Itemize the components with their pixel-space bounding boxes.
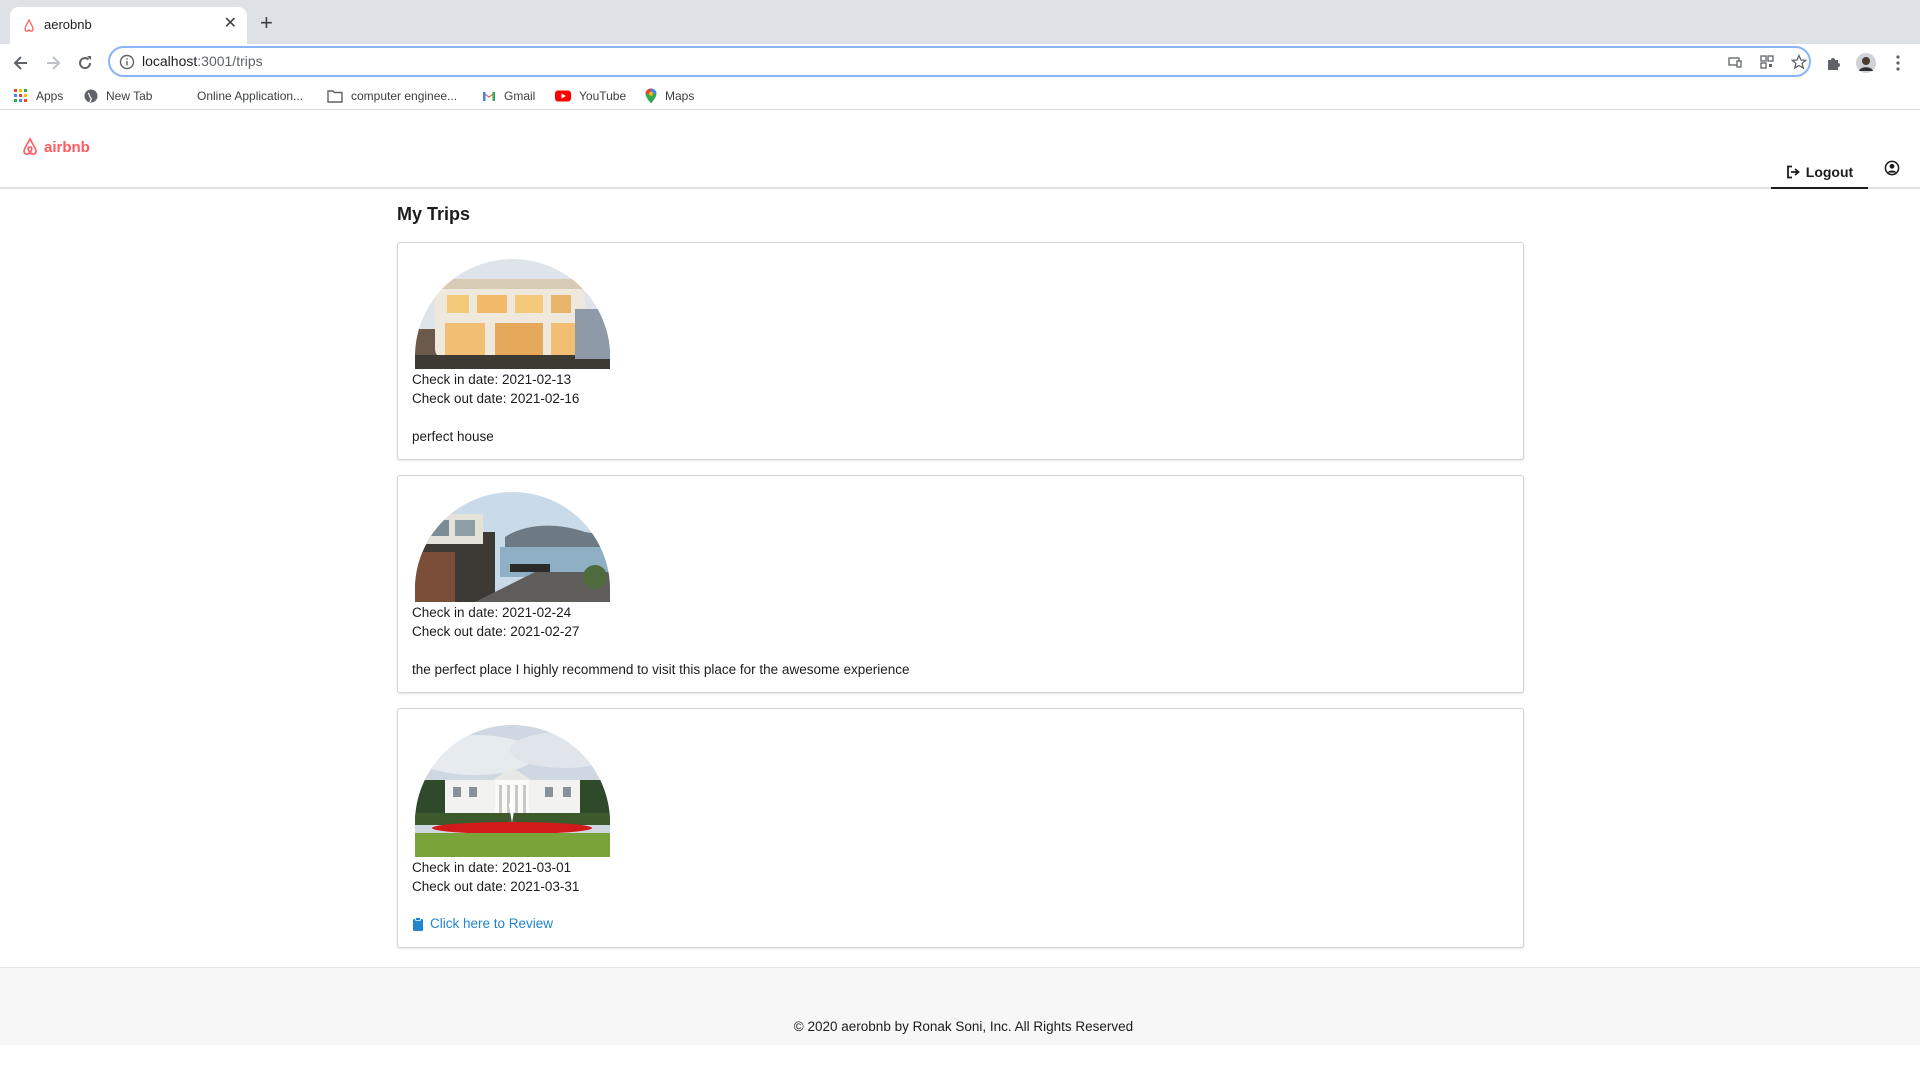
bookmark-gmail[interactable]: Gmail	[482, 86, 535, 106]
site-info-icon[interactable]	[119, 54, 135, 70]
trip-card: Check in date: 2021-02-13 Check out date…	[397, 242, 1524, 460]
check-in-date: Check in date: 2021-02-13	[412, 372, 572, 387]
blank-page-icon	[175, 89, 189, 103]
app-header: airbnb Logout	[0, 111, 1920, 189]
bookmark-youtube[interactable]: YouTube	[555, 86, 626, 106]
trip-card: Check in date: 2021-03-01 Check out date…	[397, 708, 1524, 948]
bookmark-star-icon[interactable]	[1791, 54, 1807, 70]
check-out-date: Check out date: 2021-02-16	[412, 391, 580, 406]
page-footer: © 2020 aerobnb by Ronak Soni, Inc. All R…	[0, 967, 1920, 1045]
globe-icon	[84, 89, 98, 103]
trip-review: the perfect place I highly recommend to …	[412, 662, 910, 677]
review-link[interactable]: Click here to Review	[412, 916, 553, 931]
address-bar[interactable]: localhost:3001/trips	[108, 46, 1811, 77]
airbnb-logo-icon	[23, 137, 37, 155]
check-out-date: Check out date: 2021-02-27	[412, 624, 580, 639]
logout-label: Logout	[1805, 163, 1854, 180]
page-title: My Trips	[397, 204, 471, 224]
page-content: airbnb Logout My Trips Check in date: 20…	[0, 111, 1920, 1080]
forward-arrow-icon[interactable]	[43, 53, 63, 73]
tab-title: aerobnb	[44, 17, 92, 32]
bookmark-computer-engineering[interactable]: computer enginee...	[327, 86, 457, 106]
bookmark-apps[interactable]: Apps	[14, 86, 63, 106]
bookmark-new-tab[interactable]: New Tab	[84, 86, 152, 106]
airbnb-logo[interactable]: airbnb	[20, 137, 90, 157]
logout-button[interactable]: Logout	[1771, 156, 1868, 189]
white-house-photo	[415, 725, 610, 857]
close-tab-icon[interactable]: ✕	[224, 16, 237, 32]
gmail-icon	[483, 92, 495, 101]
browser-tab-bar: aerobnb ✕ +	[0, 0, 1920, 44]
cast-icon[interactable]	[1727, 54, 1743, 70]
reload-icon[interactable]	[75, 53, 95, 73]
folder-icon	[327, 90, 343, 103]
check-out-date: Check out date: 2021-03-31	[412, 879, 580, 894]
user-circle-icon[interactable]	[1884, 160, 1900, 176]
logo-text: airbnb	[44, 138, 90, 156]
browser-toolbar: localhost:3001/trips	[0, 44, 1920, 82]
check-in-date: Check in date: 2021-03-01	[412, 860, 572, 875]
url-text: localhost:3001/trips	[142, 53, 263, 69]
trip-review: perfect house	[412, 429, 494, 444]
profile-avatar-icon[interactable]	[1856, 53, 1876, 73]
apps-grid-icon	[14, 89, 27, 102]
back-arrow-icon[interactable]	[11, 53, 31, 73]
trip-card: Check in date: 2021-02-24 Check out date…	[397, 475, 1524, 693]
luxury-villa-photo	[415, 259, 610, 369]
bookmark-maps[interactable]: Maps	[645, 86, 694, 106]
review-link-label: Click here to Review	[430, 916, 554, 931]
browser-tab[interactable]: aerobnb ✕	[10, 7, 247, 44]
lakeside-house-photo	[415, 492, 610, 602]
airbnb-favicon-icon	[24, 19, 34, 32]
clipboard-icon	[413, 916, 423, 931]
maps-pin-icon	[645, 88, 657, 104]
new-tab-plus-icon[interactable]: +	[260, 12, 273, 34]
bookmarks-bar: Apps New Tab Online Application... compu…	[0, 82, 1920, 110]
more-menu-icon[interactable]	[1888, 53, 1908, 73]
check-in-date: Check in date: 2021-02-24	[412, 605, 572, 620]
sign-out-icon	[1786, 165, 1800, 178]
extensions-puzzle-icon[interactable]	[1824, 53, 1844, 73]
bookmark-online-application[interactable]: Online Application...	[175, 86, 303, 106]
youtube-icon	[555, 90, 571, 102]
footer-copyright: © 2020 aerobnb by Ronak Soni, Inc. All R…	[793, 1019, 1134, 1034]
qr-code-icon[interactable]	[1759, 54, 1775, 70]
